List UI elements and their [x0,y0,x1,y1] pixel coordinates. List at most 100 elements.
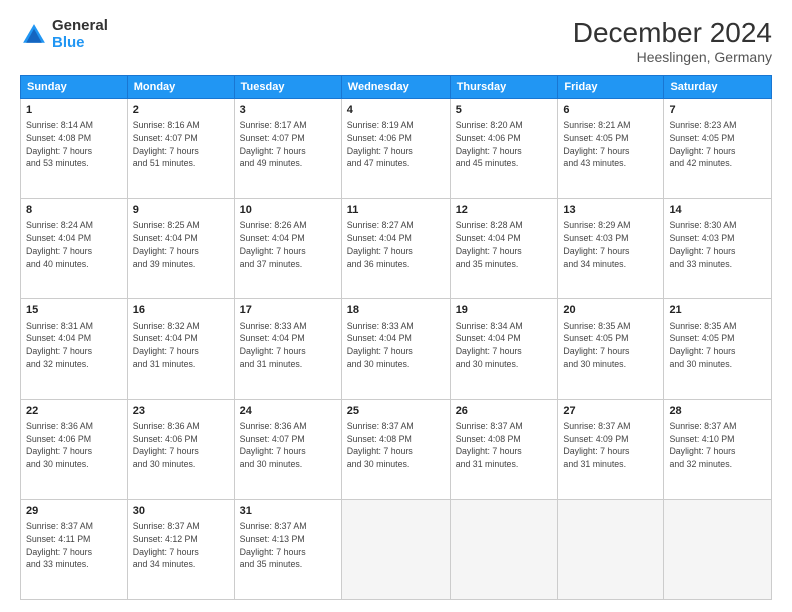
calendar-cell: 21Sunrise: 8:35 AMSunset: 4:05 PMDayligh… [664,299,772,399]
day-info: Sunrise: 8:37 AMSunset: 4:08 PMDaylight:… [456,420,553,471]
calendar-cell: 3Sunrise: 8:17 AMSunset: 4:07 PMDaylight… [234,98,341,198]
logo-text: General Blue [52,18,108,51]
day-number: 26 [456,404,553,419]
day-info: Sunrise: 8:29 AMSunset: 4:03 PMDaylight:… [563,219,658,270]
day-number: 20 [563,303,658,318]
calendar-cell: 17 Sunrise: 8:33 AMSunset: 4:04 PMDayligh… [234,299,341,399]
day-number: 15 [26,303,122,318]
day-info: Sunrise: 8:24 AMSunset: 4:04 PMDaylight:… [26,219,122,270]
header-row: Sunday Monday Tuesday Wednesday Thursday… [21,75,772,98]
calendar-cell: 30Sunrise: 8:37 AMSunset: 4:12 PMDayligh… [127,499,234,599]
calendar-cell [664,499,772,599]
day-number: 14 [669,203,766,218]
col-saturday: Saturday [664,75,772,98]
calendar-title: December 2024 [573,18,772,49]
title-block: December 2024 Heeslingen, Germany [573,18,772,65]
day-info: Sunrise: 8:14 AMSunset: 4:08 PMDaylight:… [26,119,122,170]
calendar-cell: 16 Sunrise: 8:32 AMSunset: 4:04 PMDayligh… [127,299,234,399]
day-info: Sunrise: 8:17 AMSunset: 4:07 PMDaylight:… [240,119,336,170]
calendar-week-3: 15 Sunrise: 8:31 AMSunset: 4:04 PMDayligh… [21,299,772,399]
page: General Blue December 2024 Heeslingen, G… [0,0,792,612]
calendar-week-1: 1Sunrise: 8:14 AMSunset: 4:08 PMDaylight… [21,98,772,198]
day-number: 1 [26,103,122,118]
calendar-cell: 8Sunrise: 8:24 AMSunset: 4:04 PMDaylight… [21,199,128,299]
day-info: Sunrise: 8:20 AMSunset: 4:06 PMDaylight:… [456,119,553,170]
logo-icon [20,21,48,49]
day-number: 30 [133,504,229,519]
day-number: 27 [563,404,658,419]
day-info: Sunrise: 8:36 AMSunset: 4:07 PMDaylight:… [240,420,336,471]
day-number: 22 [26,404,122,419]
day-number: 13 [563,203,658,218]
day-info: Sunrise: 8:35 AMSunset: 4:05 PMDaylight:… [669,320,766,371]
calendar-cell: 26Sunrise: 8:37 AMSunset: 4:08 PMDayligh… [450,399,558,499]
day-number: 31 [240,504,336,519]
calendar-cell: 23Sunrise: 8:36 AMSunset: 4:06 PMDayligh… [127,399,234,499]
calendar-week-2: 8Sunrise: 8:24 AMSunset: 4:04 PMDaylight… [21,199,772,299]
calendar-cell: 22Sunrise: 8:36 AMSunset: 4:06 PMDayligh… [21,399,128,499]
col-sunday: Sunday [21,75,128,98]
day-info: Sunrise: 8:37 AMSunset: 4:11 PMDaylight:… [26,520,122,571]
day-number: 9 [133,203,229,218]
day-info: Sunrise: 8:36 AMSunset: 4:06 PMDaylight:… [26,420,122,471]
calendar-cell: 5Sunrise: 8:20 AMSunset: 4:06 PMDaylight… [450,98,558,198]
day-number: 23 [133,404,229,419]
day-info: Sunrise: 8:36 AMSunset: 4:06 PMDaylight:… [133,420,229,471]
day-info: Sunrise: 8:34 AMSunset: 4:04 PMDaylight:… [456,320,553,371]
day-info: Sunrise: 8:19 AMSunset: 4:06 PMDaylight:… [347,119,445,170]
calendar-cell: 13Sunrise: 8:29 AMSunset: 4:03 PMDayligh… [558,199,664,299]
day-number: 17 [240,303,336,318]
day-info: Sunrise: 8:26 AMSunset: 4:04 PMDaylight:… [240,219,336,270]
day-number: 2 [133,103,229,118]
col-wednesday: Wednesday [341,75,450,98]
calendar-week-5: 29Sunrise: 8:37 AMSunset: 4:11 PMDayligh… [21,499,772,599]
day-number: 3 [240,103,336,118]
day-number: 24 [240,404,336,419]
day-info: Sunrise: 8:28 AMSunset: 4:04 PMDaylight:… [456,219,553,270]
calendar-cell: 4Sunrise: 8:19 AMSunset: 4:06 PMDaylight… [341,98,450,198]
calendar-cell: 2Sunrise: 8:16 AMSunset: 4:07 PMDaylight… [127,98,234,198]
day-number: 18 [347,303,445,318]
calendar-cell: 25Sunrise: 8:37 AMSunset: 4:08 PMDayligh… [341,399,450,499]
day-info: Sunrise: 8:32 AMSunset: 4:04 PMDaylight:… [133,320,229,371]
calendar-cell: 27Sunrise: 8:37 AMSunset: 4:09 PMDayligh… [558,399,664,499]
day-number: 25 [347,404,445,419]
day-info: Sunrise: 8:37 AMSunset: 4:10 PMDaylight:… [669,420,766,471]
calendar-cell [341,499,450,599]
calendar-cell: 12Sunrise: 8:28 AMSunset: 4:04 PMDayligh… [450,199,558,299]
calendar-subtitle: Heeslingen, Germany [573,49,772,65]
day-info: Sunrise: 8:33 AMSunset: 4:04 PMDaylight:… [347,320,445,371]
calendar-cell [558,499,664,599]
day-number: 6 [563,103,658,118]
header: General Blue December 2024 Heeslingen, G… [20,18,772,65]
day-info: Sunrise: 8:27 AMSunset: 4:04 PMDaylight:… [347,219,445,270]
day-number: 16 [133,303,229,318]
col-friday: Friday [558,75,664,98]
calendar-cell: 29Sunrise: 8:37 AMSunset: 4:11 PMDayligh… [21,499,128,599]
calendar-cell: 20Sunrise: 8:35 AMSunset: 4:05 PMDayligh… [558,299,664,399]
day-number: 28 [669,404,766,419]
day-number: 11 [347,203,445,218]
calendar-cell: 14Sunrise: 8:30 AMSunset: 4:03 PMDayligh… [664,199,772,299]
day-number: 12 [456,203,553,218]
calendar-cell: 10Sunrise: 8:26 AMSunset: 4:04 PMDayligh… [234,199,341,299]
calendar-cell [450,499,558,599]
day-info: Sunrise: 8:37 AMSunset: 4:13 PMDaylight:… [240,520,336,571]
calendar-week-4: 22Sunrise: 8:36 AMSunset: 4:06 PMDayligh… [21,399,772,499]
calendar-cell: 9Sunrise: 8:25 AMSunset: 4:04 PMDaylight… [127,199,234,299]
calendar-cell: 15 Sunrise: 8:31 AMSunset: 4:04 PMDayligh… [21,299,128,399]
calendar-cell: 11Sunrise: 8:27 AMSunset: 4:04 PMDayligh… [341,199,450,299]
day-info: Sunrise: 8:33 AMSunset: 4:04 PMDaylight:… [240,320,336,371]
day-info: Sunrise: 8:37 AMSunset: 4:12 PMDaylight:… [133,520,229,571]
col-thursday: Thursday [450,75,558,98]
day-info: Sunrise: 8:31 AMSunset: 4:04 PMDaylight:… [26,320,122,371]
col-monday: Monday [127,75,234,98]
calendar-cell: 7Sunrise: 8:23 AMSunset: 4:05 PMDaylight… [664,98,772,198]
calendar-cell: 6Sunrise: 8:21 AMSunset: 4:05 PMDaylight… [558,98,664,198]
day-number: 19 [456,303,553,318]
day-number: 29 [26,504,122,519]
day-number: 4 [347,103,445,118]
day-number: 7 [669,103,766,118]
day-info: Sunrise: 8:37 AMSunset: 4:08 PMDaylight:… [347,420,445,471]
calendar-cell: 24Sunrise: 8:36 AMSunset: 4:07 PMDayligh… [234,399,341,499]
